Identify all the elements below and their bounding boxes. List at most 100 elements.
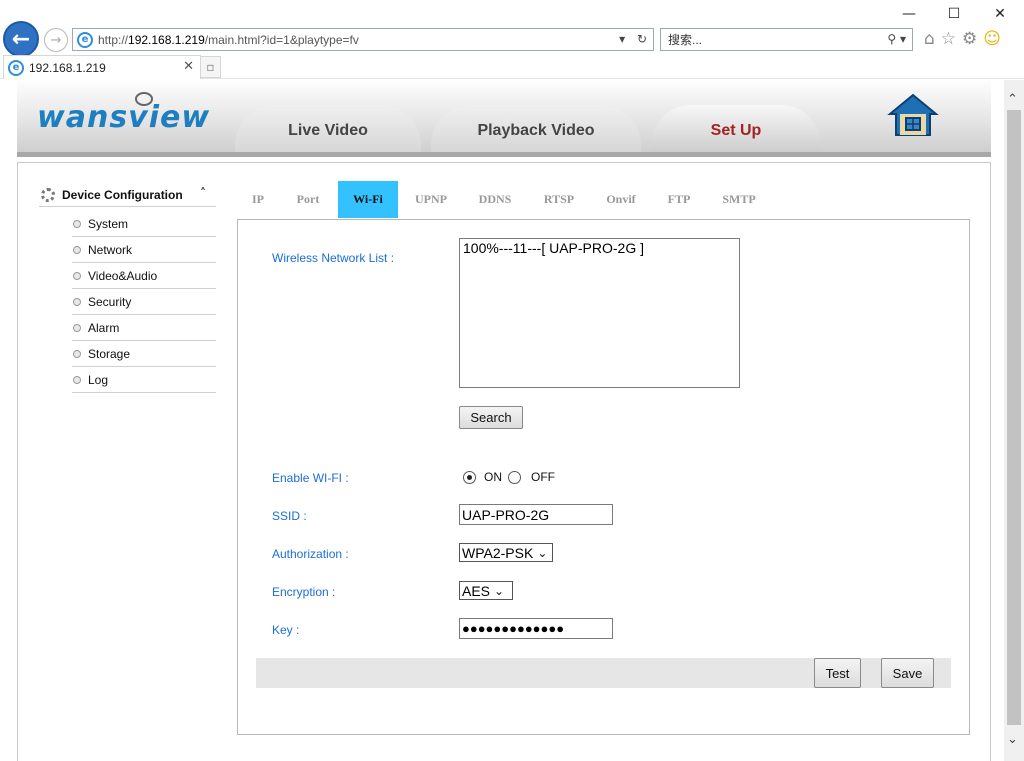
- wireless-network-list[interactable]: 100%---11---[ UAP-PRO-2G ]: [459, 238, 740, 388]
- sidebar-item-network[interactable]: Network: [72, 237, 216, 263]
- ie-icon: e: [77, 31, 93, 48]
- subtab-rtsp[interactable]: RTSP: [526, 181, 592, 218]
- minimize-button[interactable]: —: [899, 6, 919, 22]
- scroll-down-icon[interactable]: ⌄: [1007, 732, 1018, 747]
- bullet-icon: [73, 245, 81, 254]
- bullet-icon: [73, 375, 81, 384]
- wireless-network-list-label: Wireless Network List :: [272, 251, 395, 265]
- new-tab-button[interactable]: ▫: [201, 56, 221, 78]
- authorization-select[interactable]: WPA2-PSK ⌄: [459, 543, 553, 562]
- wifi-off-radio[interactable]: [508, 470, 521, 484]
- sidebar-item-security[interactable]: Security: [72, 289, 216, 315]
- key-label: Key :: [272, 623, 300, 637]
- authorization-label: Authorization :: [272, 547, 349, 561]
- tab-playback-video[interactable]: Playback Video: [431, 105, 641, 152]
- dropdown-icon[interactable]: ▾: [619, 32, 625, 46]
- tab-close-icon[interactable]: ✕: [183, 59, 194, 74]
- encryption-select[interactable]: AES ⌄: [459, 581, 513, 600]
- sidebar-item-label: Storage: [88, 346, 131, 361]
- bullet-icon: [73, 349, 81, 358]
- home-icon[interactable]: [887, 92, 939, 138]
- address-path: /main.html?id=1&playtype=fv: [204, 32, 359, 47]
- page-header: wansview Live Video Playback Video Set U…: [17, 80, 991, 157]
- gear-icon[interactable]: ⚙: [962, 29, 977, 49]
- save-button[interactable]: Save: [881, 658, 934, 688]
- sidebar-item-storage[interactable]: Storage: [72, 341, 216, 367]
- sidebar-item-label: Alarm: [88, 320, 120, 335]
- wifi-off-label: OFF: [531, 470, 555, 484]
- test-button[interactable]: Test: [814, 658, 861, 688]
- subtab-ddns[interactable]: DDNS: [464, 181, 526, 218]
- tab-set-up[interactable]: Set Up: [651, 105, 821, 152]
- search-placeholder: 搜索...: [668, 33, 703, 47]
- subtab-upnp[interactable]: UPNP: [398, 181, 464, 218]
- bullet-icon: [73, 271, 81, 280]
- browser-tab[interactable]: e 192.168.1.219 ✕: [3, 55, 201, 79]
- search-icon[interactable]: ⚲: [887, 32, 896, 46]
- logo-eye-icon: [135, 92, 153, 106]
- subtab-ip[interactable]: IP: [238, 181, 278, 218]
- tab-live-video-label: Live Video: [288, 122, 368, 139]
- sidebar-item-system[interactable]: System: [72, 211, 216, 237]
- subtab-wifi[interactable]: Wi-Fi: [338, 181, 398, 218]
- sidebar-item-log[interactable]: Log: [72, 367, 216, 393]
- back-button[interactable]: ←: [3, 21, 39, 57]
- ssid-field[interactable]: UAP-PRO-2G: [459, 504, 613, 525]
- sidebar-item-label: System: [88, 216, 129, 231]
- authorization-value: WPA2-PSK: [462, 544, 534, 561]
- tab-set-up-label: Set Up: [710, 122, 762, 139]
- enable-wifi-label: Enable WI-FI :: [272, 471, 349, 485]
- key-password-field[interactable]: ●●●●●●●●●●●●●: [459, 618, 613, 639]
- sidebar-item-label: Video&Audio: [88, 268, 158, 283]
- favorites-star-icon[interactable]: ☆: [941, 29, 956, 49]
- chevron-down-icon[interactable]: ▾: [900, 32, 906, 46]
- chevron-down-icon: ⌄: [537, 545, 548, 560]
- subtab-onvif[interactable]: Onvif: [592, 181, 650, 218]
- tab-live-video[interactable]: Live Video: [235, 105, 421, 152]
- wifi-on-radio[interactable]: [463, 470, 476, 484]
- maximize-button[interactable]: ☐: [944, 6, 964, 22]
- chevron-down-icon: ⌄: [494, 583, 505, 598]
- vertical-scrollbar[interactable]: ⌃ ⌄: [1004, 80, 1024, 761]
- tab-playback-video-label: Playback Video: [477, 122, 595, 139]
- search-input[interactable]: 搜索... ⚲ ▾: [660, 28, 913, 51]
- smiley-feedback-icon[interactable]: ☺: [983, 29, 1001, 49]
- address-bar[interactable]: e http://192.168.1.219/main.html?id=1&pl…: [72, 28, 654, 51]
- tab-favicon-icon: e: [8, 59, 24, 76]
- forward-arrow-icon: →: [50, 32, 62, 48]
- search-button[interactable]: Search: [459, 406, 523, 429]
- sidebar-item-alarm[interactable]: Alarm: [72, 315, 216, 341]
- bullet-icon: [73, 297, 81, 306]
- sidebar-item-video-audio[interactable]: Video&Audio: [72, 263, 216, 289]
- device-configuration-title: Device Configuration: [62, 187, 183, 202]
- new-tab-icon: ▫: [206, 60, 215, 74]
- device-configuration-header[interactable]: Device Configuration ˄: [39, 183, 216, 207]
- enable-wifi-radios: ON OFF: [463, 470, 555, 484]
- subtab-ftp[interactable]: FTP: [650, 181, 708, 218]
- sidebar-item-label: Network: [88, 242, 133, 257]
- wansview-logo: wansview: [37, 100, 211, 135]
- settings-subtabs: IP Port Wi-Fi UPNP DDNS RTSP Onvif FTP S…: [238, 181, 770, 218]
- network-list-item[interactable]: 100%---11---[ UAP-PRO-2G ]: [463, 240, 736, 256]
- settings-gear-icon: [41, 187, 55, 202]
- wifi-settings-panel: Wireless Network List : 100%---11---[ UA…: [237, 219, 970, 735]
- bullet-icon: [73, 219, 81, 228]
- collapse-caret-icon[interactable]: ˄: [200, 186, 206, 200]
- scroll-up-icon[interactable]: ⌃: [1007, 92, 1018, 107]
- address-prefix: http://: [98, 32, 129, 47]
- home-icon[interactable]: ⌂: [924, 29, 935, 49]
- tab-title: 192.168.1.219: [29, 60, 106, 75]
- bullet-icon: [73, 323, 81, 332]
- sidebar-menu: System Network Video&Audio Security Alar…: [72, 211, 216, 393]
- scroll-thumb[interactable]: [1007, 110, 1021, 725]
- subtab-port[interactable]: Port: [278, 181, 338, 218]
- subtab-smtp[interactable]: SMTP: [708, 181, 770, 218]
- sidebar-item-label: Log: [88, 372, 109, 387]
- refresh-icon[interactable]: ↻: [637, 32, 647, 46]
- close-window-button[interactable]: ✕: [990, 6, 1010, 22]
- back-arrow-icon: ←: [11, 26, 31, 52]
- wifi-on-label: ON: [484, 470, 502, 484]
- settings-content: Device Configuration ˄ System Network Vi…: [17, 162, 991, 761]
- browser-chrome: — ☐ ✕ ← → e http://192.168.1.219/main.ht…: [0, 0, 1024, 79]
- forward-button[interactable]: →: [44, 28, 68, 52]
